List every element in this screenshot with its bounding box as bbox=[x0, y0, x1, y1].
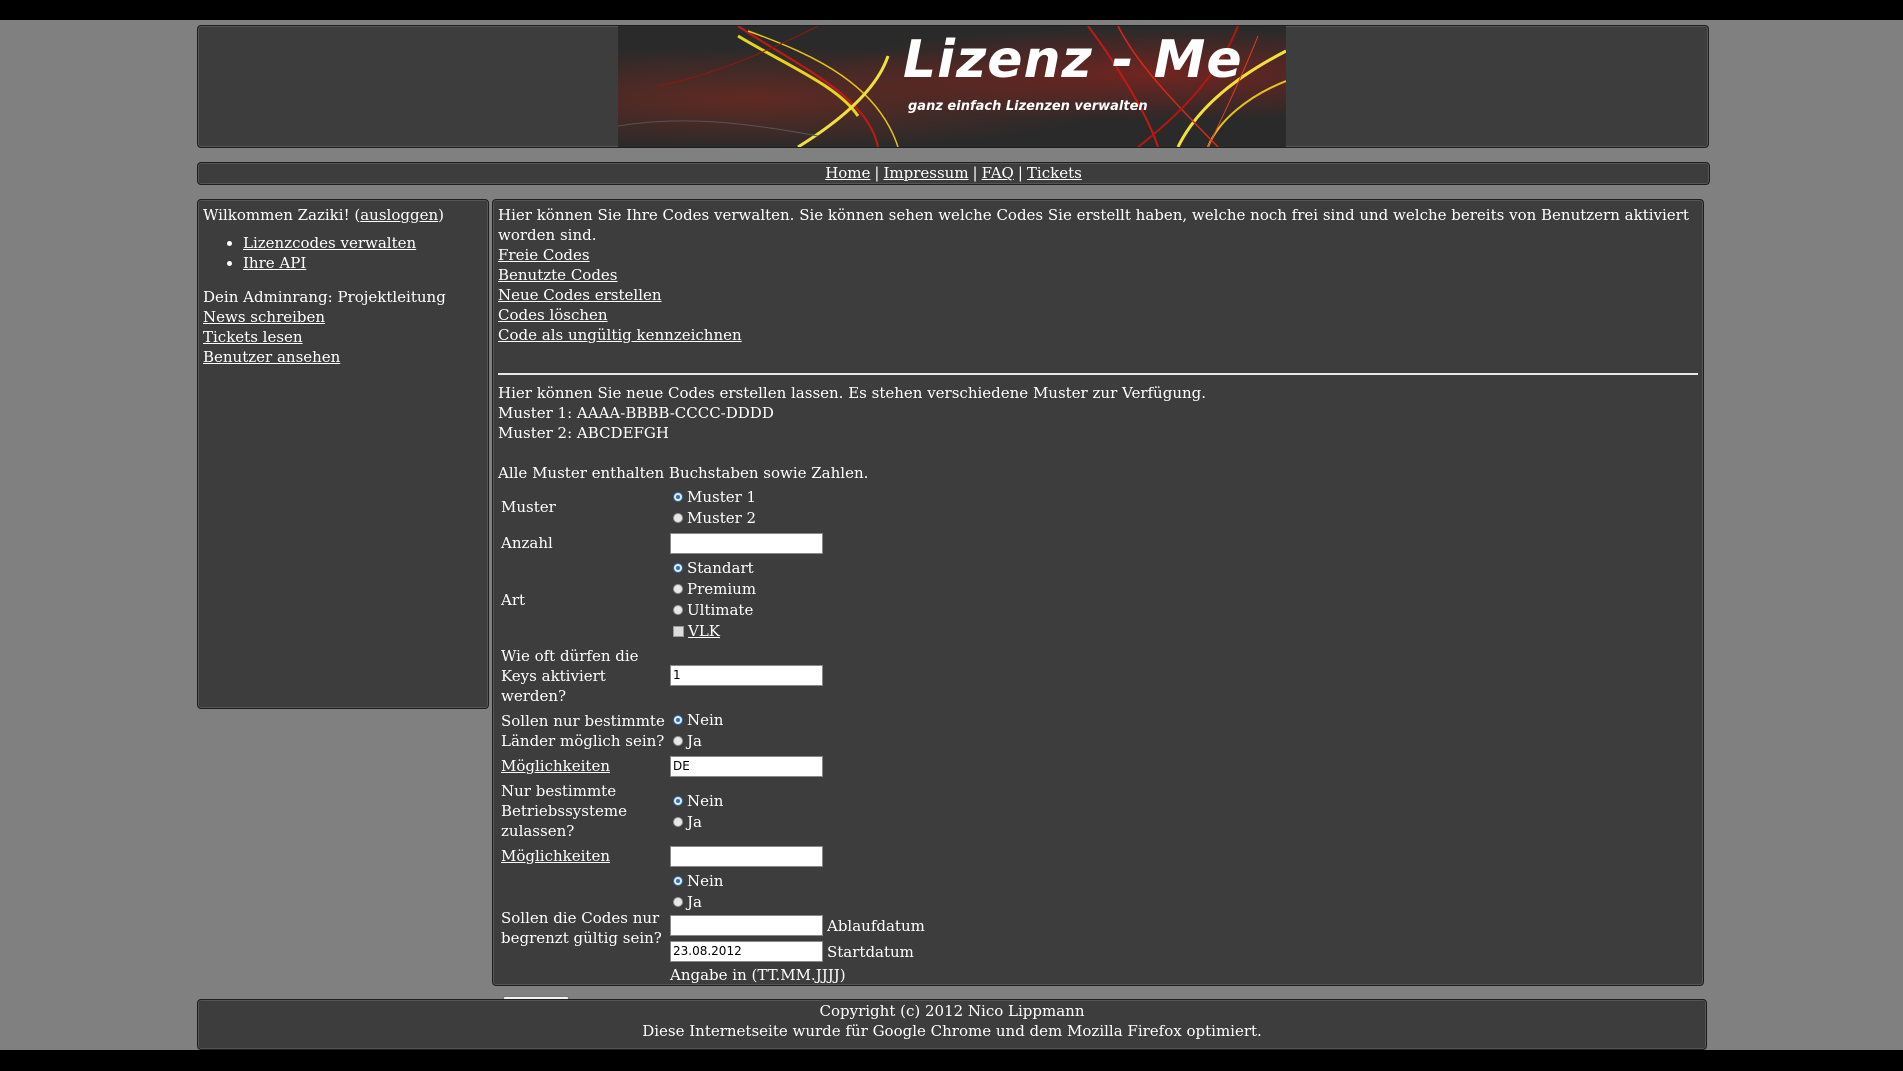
muster-2-radio[interactable] bbox=[673, 512, 683, 523]
sidebar-menu: Lizenzcodes verwalten Ihre API bbox=[203, 233, 483, 273]
code-links: Freie Codes Benutzte Codes Neue Codes er… bbox=[498, 245, 1698, 345]
nav-impressum-link[interactable]: Impressum bbox=[883, 164, 968, 182]
nav-tickets-link[interactable]: Tickets bbox=[1027, 164, 1082, 182]
footer: Copyright (c) 2012 Nico Lippmann Diese I… bbox=[197, 999, 1707, 1050]
intro-text: Hier können Sie Ihre Codes verwalten. Si… bbox=[498, 206, 1689, 244]
neue-codes-link[interactable]: Neue Codes erstellen bbox=[498, 286, 662, 304]
expiry-date-label: Ablaufdatum bbox=[827, 916, 925, 935]
os-label: Nur bestimmte Betriebssysteme zulassen? bbox=[501, 782, 627, 840]
countries-nein-label: Nein bbox=[687, 711, 724, 729]
nav-faq-link[interactable]: FAQ bbox=[982, 164, 1014, 182]
sidebar: Wilkommen Zaziki! (ausloggen) Lizenzcode… bbox=[197, 199, 489, 709]
welcome-suffix: ) bbox=[438, 206, 444, 224]
main-content: Hier können Sie Ihre Codes verwalten. Si… bbox=[492, 199, 1704, 1020]
banner-logo: Lizenz - Me ganz einfach Lizenzen verwal… bbox=[618, 26, 1286, 147]
nav-separator: | bbox=[972, 164, 978, 182]
limited-ja-radio[interactable] bbox=[673, 897, 683, 907]
os-moeglichkeiten-link[interactable]: Möglichkeiten bbox=[501, 847, 610, 865]
os-ja-radio[interactable] bbox=[673, 816, 683, 827]
sidebar-link-lizenzcodes[interactable]: Lizenzcodes verwalten bbox=[243, 234, 416, 252]
browser-note: Diese Internetseite wurde für Google Chr… bbox=[642, 1022, 1262, 1040]
pattern-note: Alle Muster enthalten Buchstaben sowie Z… bbox=[498, 464, 869, 482]
limited-nein-label: Nein bbox=[687, 872, 724, 890]
art-premium-radio[interactable] bbox=[673, 584, 683, 594]
pattern-1-text: Muster 1: AAAA-BBBB-CCCC-DDDD bbox=[498, 404, 774, 422]
art-ultimate-radio[interactable] bbox=[673, 605, 683, 615]
vlk-link[interactable]: VLK bbox=[688, 621, 720, 641]
sidebar-item-api: Ihre API bbox=[243, 253, 483, 273]
muster-2-label: Muster 2 bbox=[687, 508, 757, 527]
countries-moeglichkeiten-link[interactable]: Möglichkeiten bbox=[501, 757, 610, 775]
start-date-input[interactable]: 23.08.2012 bbox=[670, 941, 823, 962]
benutzte-codes-link[interactable]: Benutzte Codes bbox=[498, 266, 618, 284]
limited-label: Sollen die Codes nur begrenzt gültig sei… bbox=[501, 908, 662, 947]
art-label: Art bbox=[501, 590, 526, 609]
start-date-label: Startdatum bbox=[827, 942, 914, 961]
nav-separator: | bbox=[874, 164, 880, 182]
top-navigation: Home | Impressum | FAQ | Tickets bbox=[197, 162, 1710, 185]
countries-ja-radio[interactable] bbox=[673, 736, 683, 746]
anzahl-label: Anzahl bbox=[501, 533, 553, 552]
limited-nein-radio[interactable] bbox=[673, 876, 683, 886]
site-title: Lizenz - Me bbox=[903, 30, 1243, 90]
copyright-text: Copyright (c) 2012 Nico Lippmann bbox=[819, 1002, 1085, 1020]
muster-1-radio[interactable] bbox=[673, 491, 683, 502]
os-ja-label: Ja bbox=[687, 812, 702, 831]
expiry-date-input[interactable] bbox=[670, 915, 823, 936]
os-nein-label: Nein bbox=[687, 791, 724, 810]
create-codes-form: Muster Muster 1 Muster 2 Anzahl Art Stan… bbox=[498, 483, 928, 988]
news-schreiben-link[interactable]: News schreiben bbox=[203, 308, 325, 326]
top-bar bbox=[0, 0, 1903, 20]
tickets-lesen-link[interactable]: Tickets lesen bbox=[203, 328, 303, 346]
create-description: Hier können Sie neue Codes erstellen las… bbox=[498, 384, 1207, 402]
divider bbox=[498, 373, 1698, 375]
muster-label: Muster bbox=[501, 498, 556, 516]
muster-1-label: Muster 1 bbox=[687, 487, 757, 506]
os-input[interactable] bbox=[670, 845, 823, 867]
admin-rank: Dein Adminrang: Projektleitung bbox=[203, 288, 446, 306]
date-format-hint: Angabe in (TT.MM.JJJJ) bbox=[670, 965, 846, 984]
art-premium-label: Premium bbox=[687, 580, 757, 598]
countries-nein-radio[interactable] bbox=[673, 715, 683, 725]
sidebar-link-api[interactable]: Ihre API bbox=[243, 254, 306, 272]
pattern-2-text: Muster 2: ABCDEFGH bbox=[498, 424, 669, 442]
anzahl-input[interactable] bbox=[670, 532, 823, 554]
countries-label: Sollen nur bestimmte Länder möglich sein… bbox=[501, 711, 665, 750]
bottom-bar bbox=[0, 1050, 1903, 1071]
benutzer-ansehen-link[interactable]: Benutzer ansehen bbox=[203, 348, 340, 366]
nav-separator: | bbox=[1017, 164, 1023, 182]
art-standart-label: Standart bbox=[687, 559, 754, 577]
art-ultimate-label: Ultimate bbox=[687, 601, 754, 619]
codes-loeschen-link[interactable]: Codes löschen bbox=[498, 306, 608, 324]
activations-input[interactable]: 1 bbox=[670, 665, 823, 687]
countries-input[interactable]: DE bbox=[670, 756, 823, 777]
os-nein-radio[interactable] bbox=[673, 795, 683, 806]
logout-link[interactable]: ausloggen bbox=[360, 206, 438, 224]
site-subtitle: ganz einfach Lizenzen verwalten bbox=[908, 99, 1148, 114]
activations-label: Wie oft dürfen die Keys aktiviert werden… bbox=[501, 646, 639, 705]
limited-ja-label: Ja bbox=[687, 893, 702, 911]
nav-home-link[interactable]: Home bbox=[825, 164, 870, 182]
vlk-checkbox[interactable] bbox=[673, 625, 684, 637]
countries-ja-label: Ja bbox=[687, 732, 702, 750]
welcome-line: Wilkommen Zaziki! (ausloggen) bbox=[203, 205, 483, 225]
freie-codes-link[interactable]: Freie Codes bbox=[498, 246, 590, 264]
header: Lizenz - Me ganz einfach Lizenzen verwal… bbox=[197, 25, 1709, 148]
art-standart-radio[interactable] bbox=[673, 563, 683, 573]
code-ungueltig-link[interactable]: Code als ungültig kennzeichnen bbox=[498, 326, 742, 344]
welcome-text: Wilkommen Zaziki! ( bbox=[203, 206, 361, 224]
sidebar-item-lizenzcodes: Lizenzcodes verwalten bbox=[243, 233, 483, 253]
